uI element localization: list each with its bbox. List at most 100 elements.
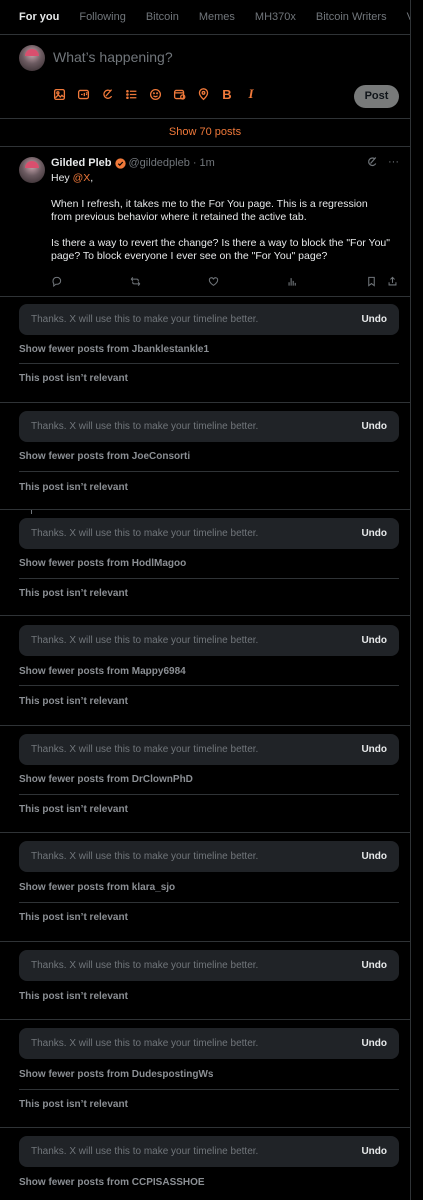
- tweet-header: Gilded Pleb @gildedpleb · 1m: [51, 157, 215, 169]
- tab-memes[interactable]: Memes: [189, 0, 245, 34]
- feedback-card: Thanks. X will use this to make your tim…: [0, 510, 410, 616]
- post-button[interactable]: Post: [354, 85, 399, 108]
- divider: [19, 685, 399, 686]
- gif-icon[interactable]: [76, 87, 90, 101]
- timestamp[interactable]: 1m: [200, 157, 215, 169]
- divider: [19, 471, 399, 472]
- feedback-banner: Thanks. X will use this to make your tim…: [19, 304, 399, 335]
- bold-icon[interactable]: B: [220, 87, 234, 102]
- grok-icon[interactable]: [100, 87, 114, 101]
- tab-mh370x[interactable]: MH370x: [245, 0, 306, 34]
- feedback-banner: Thanks. X will use this to make your tim…: [19, 734, 399, 765]
- feedback-card: Thanks. X will use this to make your tim…: [0, 1128, 410, 1200]
- emoji-icon[interactable]: [148, 87, 162, 101]
- undo-button[interactable]: Undo: [361, 304, 387, 335]
- home-timeline: For you Following Bitcoin Memes MH370x B…: [0, 0, 411, 1200]
- tweet-paragraph-1: When I refresh, it takes me to the For Y…: [51, 198, 368, 223]
- show-fewer-button[interactable]: Show fewer posts from klara_sjo: [19, 882, 399, 893]
- separator-dot: ·: [192, 157, 197, 169]
- not-relevant-button[interactable]: This post isn’t relevant: [19, 804, 399, 815]
- divider: [19, 363, 399, 364]
- feedback-message: Thanks. X will use this to make your tim…: [31, 314, 259, 325]
- not-relevant-button[interactable]: This post isn’t relevant: [19, 588, 399, 599]
- show-fewer-button[interactable]: Show fewer posts from JoeConsorti: [19, 451, 399, 462]
- schedule-icon[interactable]: [172, 87, 186, 101]
- feedback-message: Thanks. X will use this to make your tim…: [31, 744, 259, 755]
- feedback-message: Thanks. X will use this to make your tim…: [31, 851, 259, 862]
- compose-input[interactable]: What’s happening?: [53, 49, 173, 65]
- tab-for-you[interactable]: For you: [0, 0, 69, 34]
- not-relevant-button[interactable]: This post isn’t relevant: [19, 373, 399, 384]
- tweet-text: Hey @X, When I refresh, it takes me to t…: [51, 172, 391, 276]
- show-fewer-button[interactable]: Show fewer posts from Jbanklestankle1: [19, 344, 399, 355]
- undo-button[interactable]: Undo: [361, 734, 387, 765]
- feedback-banner: Thanks. X will use this to make your tim…: [19, 1136, 399, 1167]
- feedback-banner: Thanks. X will use this to make your tim…: [19, 1028, 399, 1059]
- bookmark-icon[interactable]: [366, 274, 377, 292]
- feedback-card: Thanks. X will use this to make your tim…: [0, 726, 410, 833]
- image-icon[interactable]: [52, 87, 66, 101]
- composer-toolbar: B I: [52, 86, 258, 102]
- tab-bitcoin-writers[interactable]: Bitcoin Writers: [306, 0, 397, 34]
- mention-link[interactable]: @X: [73, 172, 91, 184]
- italic-icon[interactable]: I: [244, 86, 258, 101]
- not-relevant-button[interactable]: This post isn’t relevant: [19, 912, 399, 923]
- avatar[interactable]: [19, 45, 45, 71]
- post-composer: What’s happening? B I Post: [0, 34, 410, 119]
- author-handle[interactable]: @gildedpleb: [129, 157, 190, 169]
- undo-button[interactable]: Undo: [361, 1028, 387, 1059]
- undo-button[interactable]: Undo: [361, 625, 387, 656]
- tweet-paragraph-2: Is there a way to revert the change? Is …: [51, 237, 390, 262]
- reply-icon[interactable]: [51, 274, 62, 292]
- undo-button[interactable]: Undo: [361, 518, 387, 549]
- tweet-top-actions: ···: [366, 156, 399, 168]
- show-new-posts-button[interactable]: Show 70 posts: [0, 119, 410, 147]
- feedback-message: Thanks. X will use this to make your tim…: [31, 1038, 259, 1049]
- poll-icon[interactable]: [124, 87, 138, 101]
- divider: [19, 1089, 399, 1090]
- tweet-greeting: Hey @X,: [51, 172, 391, 185]
- undo-button[interactable]: Undo: [361, 1136, 387, 1167]
- tab-overflow[interactable]: V: [397, 0, 410, 34]
- not-relevant-button[interactable]: This post isn’t relevant: [19, 482, 399, 493]
- views-icon[interactable]: [287, 274, 298, 292]
- like-icon[interactable]: [208, 274, 219, 292]
- feedback-banner: Thanks. X will use this to make your tim…: [19, 950, 399, 981]
- tab-bitcoin[interactable]: Bitcoin: [136, 0, 189, 34]
- timeline-tabs: For you Following Bitcoin Memes MH370x B…: [0, 0, 410, 35]
- feedback-banner: Thanks. X will use this to make your tim…: [19, 518, 399, 549]
- more-icon[interactable]: ···: [388, 156, 399, 168]
- not-relevant-button[interactable]: This post isn’t relevant: [19, 1099, 399, 1110]
- not-relevant-button[interactable]: This post isn’t relevant: [19, 991, 399, 1002]
- tweet[interactable]: Gilded Pleb @gildedpleb · 1m ··· Hey @X,…: [0, 147, 410, 297]
- feedback-message: Thanks. X will use this to make your tim…: [31, 960, 259, 971]
- tab-following[interactable]: Following: [69, 0, 135, 34]
- repost-icon[interactable]: [130, 274, 141, 292]
- location-icon[interactable]: [196, 87, 210, 101]
- undo-button[interactable]: Undo: [361, 411, 387, 442]
- show-fewer-button[interactable]: Show fewer posts from DudespostingWs: [19, 1069, 399, 1080]
- feedback-banner: Thanks. X will use this to make your tim…: [19, 411, 399, 442]
- feedback-message: Thanks. X will use this to make your tim…: [31, 421, 259, 432]
- show-fewer-button[interactable]: Show fewer posts from Mappy6984: [19, 666, 399, 677]
- share-icon[interactable]: [387, 274, 398, 292]
- grok-icon[interactable]: [366, 156, 378, 168]
- feedback-message: Thanks. X will use this to make your tim…: [31, 635, 259, 646]
- feedback-message: Thanks. X will use this to make your tim…: [31, 528, 259, 539]
- feedback-card: Thanks. X will use this to make your tim…: [0, 297, 410, 403]
- divider: [19, 578, 399, 579]
- avatar[interactable]: [19, 157, 45, 183]
- verified-badge-icon: [114, 157, 126, 169]
- undo-button[interactable]: Undo: [361, 950, 387, 981]
- feedback-card: Thanks. X will use this to make your tim…: [0, 1020, 410, 1128]
- not-relevant-button[interactable]: This post isn’t relevant: [19, 696, 399, 707]
- divider: [19, 794, 399, 795]
- feedback-banner: Thanks. X will use this to make your tim…: [19, 841, 399, 872]
- show-fewer-button[interactable]: Show fewer posts from DrClownPhD: [19, 774, 399, 785]
- greeting-comma: ,: [90, 172, 94, 184]
- undo-button[interactable]: Undo: [361, 841, 387, 872]
- tweet-actions: [51, 274, 401, 288]
- show-fewer-button[interactable]: Show fewer posts from HodlMagoo: [19, 558, 399, 569]
- author-name[interactable]: Gilded Pleb: [51, 157, 112, 169]
- show-fewer-button[interactable]: Show fewer posts from CCPISASSHOE: [19, 1177, 399, 1188]
